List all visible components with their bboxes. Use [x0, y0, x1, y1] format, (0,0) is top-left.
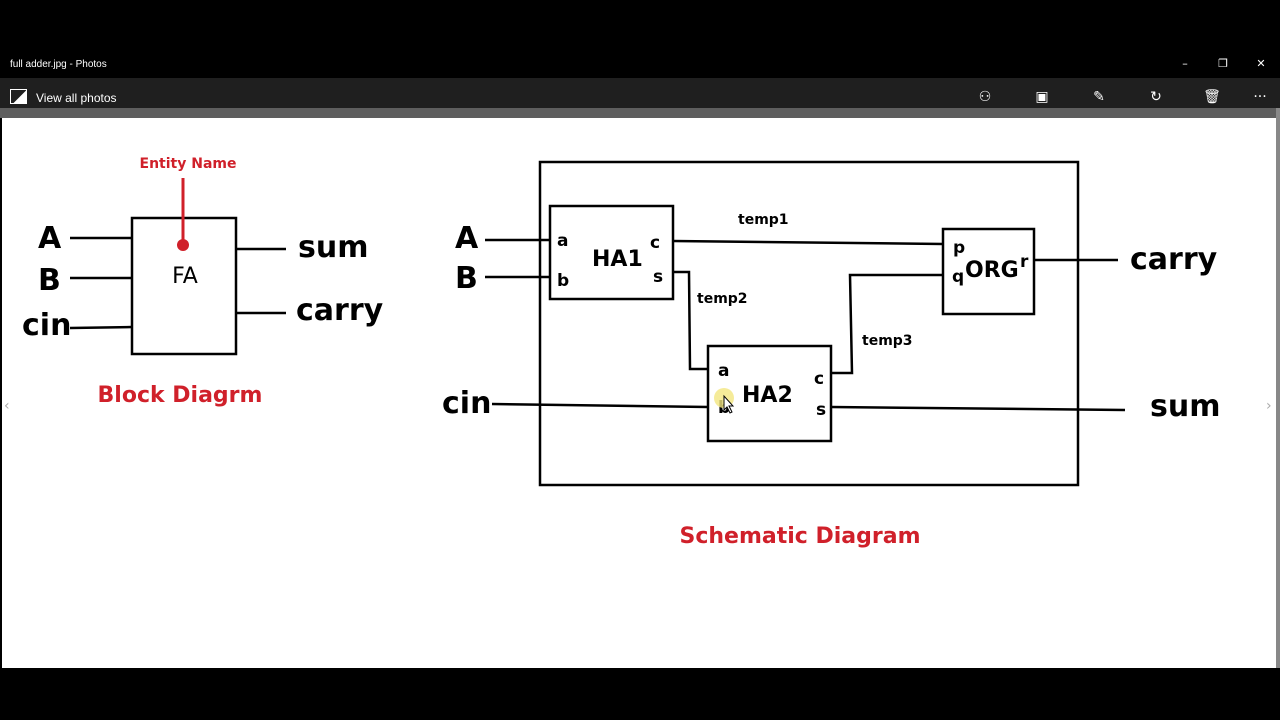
sch-input-cin: cin	[442, 386, 491, 421]
ha1-port-b: b	[557, 271, 569, 291]
close-button[interactable]: ✕	[1250, 56, 1272, 72]
wire-temp1	[672, 239, 944, 246]
sch-input-b: B	[455, 261, 478, 296]
block-input-cin: cin	[22, 308, 71, 343]
minimize-button[interactable]: –	[1174, 56, 1196, 72]
org-label: ORG	[965, 258, 1019, 283]
block-output-sum: sum	[298, 230, 368, 265]
wire-temp3	[831, 273, 943, 375]
sch-output-carry: carry	[1130, 242, 1218, 277]
view-all-photos-link[interactable]: View all photos	[36, 91, 117, 105]
signal-temp1: temp1	[738, 212, 789, 228]
previous-photo-button[interactable]: ‹	[4, 398, 10, 414]
entity-name-label: Entity Name	[140, 156, 237, 172]
share-icon[interactable]: ⚇	[975, 88, 995, 106]
ha2-port-s: s	[816, 400, 826, 420]
block-diagram-caption: Block Diagrm	[98, 383, 263, 408]
ha1-port-s: s	[653, 267, 663, 287]
signal-temp3: temp3	[862, 333, 913, 349]
ha2-label: HA2	[742, 383, 793, 408]
ha1-port-a: a	[557, 231, 568, 251]
toolbar-divider	[0, 108, 1280, 118]
schematic-box	[538, 160, 1080, 487]
ha1-label: HA1	[592, 247, 643, 272]
org-port-p: p	[953, 238, 965, 258]
more-icon[interactable]: ···	[1250, 88, 1270, 106]
next-photo-button[interactable]: ›	[1266, 398, 1272, 414]
org-port-r: r	[1020, 252, 1029, 272]
sch-output-sum: sum	[1150, 389, 1220, 424]
photo-icon	[10, 89, 27, 104]
block-input-a: A	[38, 221, 62, 256]
edit-icon[interactable]: ✎	[1089, 88, 1109, 106]
schematic-diagram-caption: Schematic Diagram	[679, 524, 920, 549]
fa-label: FA	[172, 264, 198, 289]
image-canvas: Entity Name A B cin sum carry A B cin ca…	[2, 118, 1276, 668]
restore-button[interactable]: ❐	[1212, 56, 1234, 72]
entity-arrow-head	[177, 239, 189, 251]
sch-input-a: A	[455, 221, 479, 256]
signal-temp2: temp2	[697, 291, 748, 307]
ha1-port-c: c	[650, 233, 660, 253]
toolbar: View all photos ⚇ ▣ ✎ ↻ 🗑 ···	[0, 78, 1280, 108]
rotate-icon[interactable]: ↻	[1146, 88, 1166, 106]
delete-icon[interactable]: 🗑	[1202, 88, 1222, 106]
full-adder-diagram: Entity Name A B cin sum carry A B cin ca…	[22, 156, 1220, 549]
scrollbar[interactable]	[1276, 108, 1280, 668]
wire-cin	[69, 325, 133, 330]
ha2-port-a: a	[718, 361, 729, 381]
window-title: full adder.jpg - Photos	[10, 59, 107, 70]
block-output-carry: carry	[296, 293, 384, 328]
title-bar: full adder.jpg - Photos – ❐ ✕	[0, 50, 1280, 78]
org-port-q: q	[952, 267, 964, 287]
ha2-port-c: c	[814, 369, 824, 389]
slideshow-icon[interactable]: ▣	[1032, 88, 1052, 106]
wire-temp2	[673, 270, 708, 371]
block-input-b: B	[38, 263, 61, 298]
